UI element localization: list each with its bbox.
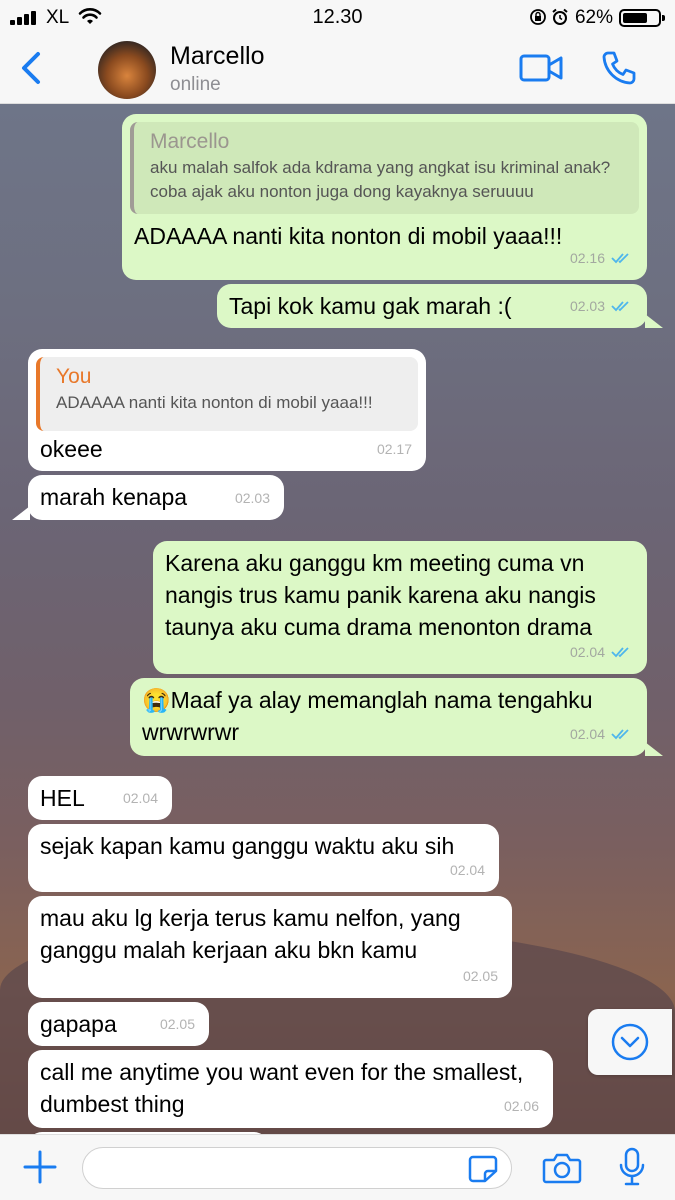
- message-time: 02.05: [159, 1016, 195, 1032]
- contact-name[interactable]: Marcello: [170, 42, 264, 71]
- message-meta: 02.04: [570, 718, 633, 750]
- double-check-icon: [611, 253, 629, 264]
- rotation-lock-icon: [530, 9, 546, 25]
- message-text: sejak kapan kamu ganggu waktu aku sih: [40, 833, 455, 859]
- camera-icon[interactable]: [542, 1151, 582, 1185]
- phone-icon[interactable]: [600, 50, 638, 86]
- message-input[interactable]: [82, 1147, 512, 1189]
- quote-author: You: [56, 365, 92, 388]
- message-time: 02.04: [449, 862, 485, 878]
- message-incoming[interactable]: sejak kapan kamu ganggu waktu aku sih 02…: [28, 824, 499, 892]
- message-incoming[interactable]: HEL 02.04: [28, 776, 172, 820]
- message-outgoing[interactable]: Marcello aku malah salfok ada kdrama yan…: [122, 114, 647, 280]
- quote-author: Marcello: [150, 130, 230, 153]
- message-time: 02.17: [376, 441, 412, 457]
- message-outgoing[interactable]: Karena aku ganggu km meeting cuma vn nan…: [153, 541, 647, 674]
- message-time: 02.04: [569, 644, 605, 660]
- double-check-icon: [611, 729, 629, 740]
- battery-icon: [619, 9, 665, 27]
- scroll-down-icon: [611, 1023, 649, 1061]
- message-time: 02.04: [122, 790, 158, 806]
- quote-text: aku malah salfok ada kdrama yang angkat …: [150, 158, 611, 201]
- status-bar: XL 12.30 62%: [0, 0, 675, 34]
- contact-status: online: [170, 74, 221, 95]
- back-chevron-icon[interactable]: [14, 48, 50, 88]
- message-time: 02.06: [503, 1098, 539, 1114]
- message-text: call me anytime you want even for the sm…: [40, 1059, 524, 1117]
- message-time: 02.03: [234, 490, 270, 506]
- message-incoming[interactable]: mau aku lg kerja terus kamu nelfon, yang…: [28, 896, 512, 998]
- chat-area[interactable]: Marcello aku malah salfok ada kdrama yan…: [0, 104, 675, 1134]
- message-meta: 02.04: [570, 636, 633, 668]
- bubble-tail: [645, 742, 663, 756]
- message-meta: 02.03: [570, 290, 633, 322]
- double-check-icon: [611, 647, 629, 658]
- message-text: Karena aku ganggu km meeting cuma vn nan…: [165, 550, 596, 640]
- message-text: 😭Maaf ya alay memanglah nama tengahku wr…: [142, 687, 593, 745]
- message-outgoing[interactable]: Tapi kok kamu gak marah :( 02.03: [217, 284, 647, 328]
- microphone-icon[interactable]: [618, 1147, 646, 1187]
- message-text: ADAAAA nanti kita nonton di mobil yaaa!!…: [134, 223, 563, 249]
- alarm-icon: [552, 8, 568, 25]
- sticker-icon[interactable]: [468, 1155, 498, 1183]
- clock: 12.30: [312, 6, 363, 28]
- quoted-message[interactable]: Marcello aku malah salfok ada kdrama yan…: [130, 122, 639, 214]
- message-time: 02.05: [462, 968, 498, 984]
- double-check-icon: [611, 301, 629, 312]
- message-input-bar: [0, 1134, 675, 1200]
- battery-percentage: 62%: [574, 7, 613, 28]
- message-time: 02.03: [569, 298, 605, 314]
- quoted-message[interactable]: You ADAAAA nanti kita nonton di mobil ya…: [36, 357, 418, 431]
- message-meta: 02.16: [570, 242, 633, 274]
- bubble-tail: [12, 506, 30, 520]
- chat-header: Marcello online: [0, 34, 675, 104]
- message-time: 02.04: [569, 726, 605, 742]
- bubble-tail: [645, 314, 663, 328]
- video-call-icon[interactable]: [518, 52, 564, 84]
- message-incoming[interactable]: marah kenapa 02.03: [28, 475, 284, 520]
- message-time: 02.16: [569, 250, 605, 266]
- message-incoming[interactable]: You ADAAAA nanti kita nonton di mobil ya…: [28, 349, 426, 471]
- scroll-to-bottom-button[interactable]: [588, 1009, 672, 1075]
- plus-icon[interactable]: [22, 1149, 58, 1185]
- message-text: okeee: [40, 436, 103, 462]
- avatar[interactable]: [98, 41, 156, 99]
- quote-text: ADAAAA nanti kita nonton di mobil yaaa!!…: [56, 393, 373, 412]
- message-incoming[interactable]: call me anytime you want even for the sm…: [28, 1050, 553, 1128]
- message-outgoing[interactable]: 😭Maaf ya alay memanglah nama tengahku wr…: [130, 678, 647, 756]
- message-text: mau aku lg kerja terus kamu nelfon, yang…: [40, 905, 461, 963]
- message-incoming[interactable]: gapapa 02.05: [28, 1002, 209, 1046]
